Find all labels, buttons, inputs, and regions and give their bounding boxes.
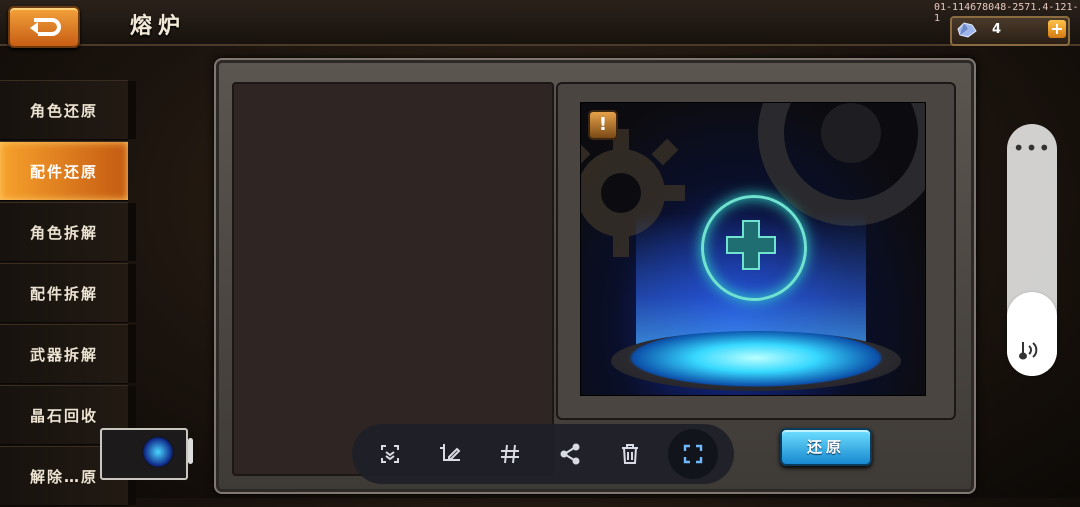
restore-stage: [580, 102, 926, 396]
currency-amount: 4: [992, 22, 1002, 37]
volume-slider[interactable]: •••: [1007, 124, 1057, 376]
gem-icon: [957, 22, 977, 38]
share-icon: [560, 443, 580, 465]
sidebar-item-parts-dismantle[interactable]: 配件拆解: [0, 263, 136, 323]
sidebar-item-label: 角色还原: [29, 101, 98, 120]
hash-button[interactable]: [488, 432, 532, 476]
scroll-capture-button[interactable]: [368, 432, 412, 476]
sidebar-item-label: 配件还原: [29, 162, 98, 181]
crop-button[interactable]: [668, 429, 718, 479]
hash-icon: [501, 444, 519, 464]
thumbnail-preview: [142, 436, 174, 468]
sidebar-item-label: 配件拆解: [29, 284, 98, 303]
restore-button[interactable]: 还原: [780, 428, 872, 466]
currency-display: 4 +: [950, 16, 1070, 46]
sidebar-item-label: 解除…原: [29, 467, 98, 486]
volume-icon: [1019, 342, 1038, 360]
page-title: 熔炉: [130, 14, 187, 39]
plus-icon[interactable]: [721, 215, 781, 275]
delete-icon: [622, 444, 638, 464]
volume-knob[interactable]: [1007, 292, 1057, 376]
delete-button[interactable]: [608, 432, 652, 476]
top-bar: 熔炉 01-114678048-2571.4-121-1 4 +: [0, 0, 1080, 48]
more-options-icon[interactable]: •••: [1007, 136, 1057, 160]
back-arrow-icon: [30, 18, 61, 36]
warning-icon[interactable]: !: [588, 110, 618, 140]
sidebar-item-weapon-dismantle[interactable]: 武器拆解: [0, 324, 136, 384]
screenshot-toolbar: [352, 424, 734, 484]
sidebar-item-label: 晶石回收: [29, 406, 98, 425]
scroll-capture-icon: [381, 445, 399, 463]
screenshot-thumbnail[interactable]: [100, 428, 188, 480]
sidebar-item-character-dismantle[interactable]: 角色拆解: [0, 202, 136, 262]
add-currency-button[interactable]: +: [1048, 20, 1066, 38]
glowing-platform: [611, 331, 901, 391]
sidebar-item-label: 武器拆解: [29, 345, 98, 364]
thumbnail-handle[interactable]: [188, 438, 193, 464]
sidebar-item-label: 角色拆解: [29, 223, 98, 242]
edit-icon: [440, 444, 461, 461]
edit-button[interactable]: [428, 432, 472, 476]
crop-icon: [683, 444, 703, 464]
back-button[interactable]: [8, 6, 80, 48]
sidebar-item-parts-restore[interactable]: 配件还原: [0, 141, 128, 201]
sidebar-item-character-restore[interactable]: 角色还原: [0, 80, 136, 140]
item-list-area: [232, 82, 554, 476]
share-button[interactable]: [548, 432, 592, 476]
